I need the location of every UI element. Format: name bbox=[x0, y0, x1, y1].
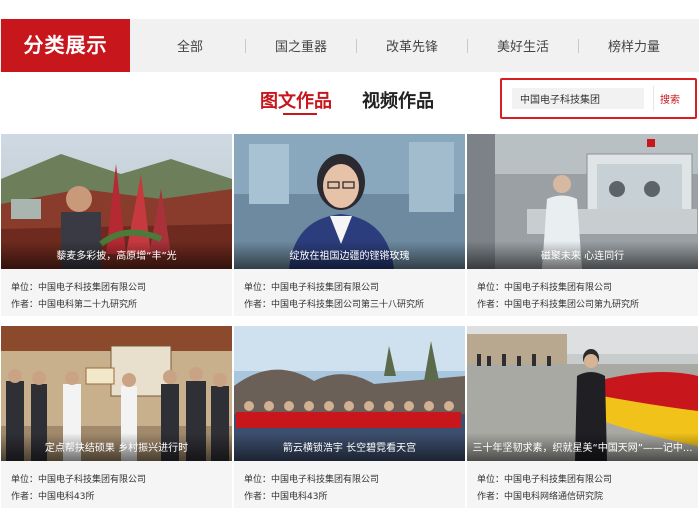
work-card[interactable]: 三十年坚韧求素，织就星美“中国天网”——记中... 单位：中国电子科技集团有限公… bbox=[467, 326, 698, 508]
work-unit: 单位：中国电子科技集团有限公司 bbox=[11, 475, 147, 485]
work-card[interactable]: 绽放在祖国边疆的铿锵玫瑰 单位：中国电子科技集团有限公司 作者：中国电子科技集团… bbox=[234, 134, 465, 316]
work-author: 作者：中国电科网络通信研究院 bbox=[477, 492, 604, 502]
work-card[interactable]: 定点帮扶结硕果 乡村振兴进行时 单位：中国电子科技集团有限公司 作者：中国电科4… bbox=[1, 326, 232, 508]
work-unit: 单位：中国电子科技集团有限公司 bbox=[244, 475, 380, 485]
work-thumbnail[interactable]: 藜麦多彩披，高原增“丰”光 bbox=[1, 134, 232, 269]
work-author: 作者：中国电子科技集团公司第三十八研究所 bbox=[244, 300, 425, 310]
work-author: 作者：中国电科第二十九研究所 bbox=[11, 300, 138, 310]
work-caption: 定点帮扶结硕果 乡村振兴进行时 bbox=[44, 443, 189, 454]
work-caption: 磁聚未来 心连同行 bbox=[540, 251, 625, 262]
nav-item-all[interactable]: 全部 bbox=[135, 36, 245, 55]
nav-item-better-life[interactable]: 美好生活 bbox=[468, 36, 578, 55]
search-input[interactable] bbox=[512, 88, 644, 109]
section-title: 分类展示 bbox=[1, 19, 130, 72]
work-unit: 单位：中国电子科技集团有限公司 bbox=[477, 475, 613, 485]
work-author: 作者：中国电科43所 bbox=[11, 492, 95, 502]
search-button[interactable]: 搜索 bbox=[660, 91, 680, 106]
work-caption: 绽放在祖国边疆的铿锵玫瑰 bbox=[289, 251, 410, 262]
work-unit: 单位：中国电子科技集团有限公司 bbox=[244, 283, 380, 293]
work-thumbnail[interactable]: 磁聚未来 心连同行 bbox=[467, 134, 698, 269]
search-divider bbox=[653, 86, 654, 111]
work-card[interactable]: 磁聚未来 心连同行 单位：中国电子科技集团有限公司 作者：中国电子科技集团公司第… bbox=[467, 134, 698, 316]
nav-item-role-models[interactable]: 榜样力量 bbox=[579, 36, 689, 55]
work-thumbnail[interactable]: 绽放在祖国边疆的铿锵玫瑰 bbox=[234, 134, 465, 269]
work-caption: 藜麦多彩披，高原增“丰”光 bbox=[56, 251, 177, 262]
work-author: 作者：中国电子科技集团公司第九研究所 bbox=[477, 300, 640, 310]
work-caption: 三十年坚韧求素，织就星美“中国天网”——记中... bbox=[472, 443, 693, 454]
active-tab-underline bbox=[283, 113, 317, 115]
search-box: 搜索 bbox=[500, 78, 697, 119]
work-thumbnail[interactable]: 定点帮扶结硕果 乡村振兴进行时 bbox=[1, 326, 232, 461]
nav-item-reform-pioneers[interactable]: 改革先锋 bbox=[357, 36, 467, 55]
work-unit: 单位：中国电子科技集团有限公司 bbox=[11, 283, 147, 293]
work-unit: 单位：中国电子科技集团有限公司 bbox=[477, 283, 613, 293]
category-nav: 全部 国之重器 改革先锋 美好生活 榜样力量 bbox=[135, 19, 689, 72]
work-card[interactable]: 藜麦多彩披，高原增“丰”光 单位：中国电子科技集团有限公司 作者：中国电科第二十… bbox=[1, 134, 232, 316]
work-caption: 箭云横锁浩宇 长空碧霓看天宫 bbox=[282, 443, 417, 454]
work-card[interactable]: 箭云横锁浩宇 长空碧霓看天宫 单位：中国电子科技集团有限公司 作者：中国电科43… bbox=[234, 326, 465, 508]
work-thumbnail[interactable]: 三十年坚韧求素，织就星美“中国天网”——记中... bbox=[467, 326, 698, 461]
tab-image-text[interactable]: 图文作品 bbox=[260, 87, 332, 113]
tab-video[interactable]: 视频作品 bbox=[362, 87, 434, 113]
work-author: 作者：中国电科43所 bbox=[244, 492, 328, 502]
nav-item-national-treasures[interactable]: 国之重器 bbox=[246, 36, 356, 55]
work-thumbnail[interactable]: 箭云横锁浩宇 长空碧霓看天宫 bbox=[234, 326, 465, 461]
